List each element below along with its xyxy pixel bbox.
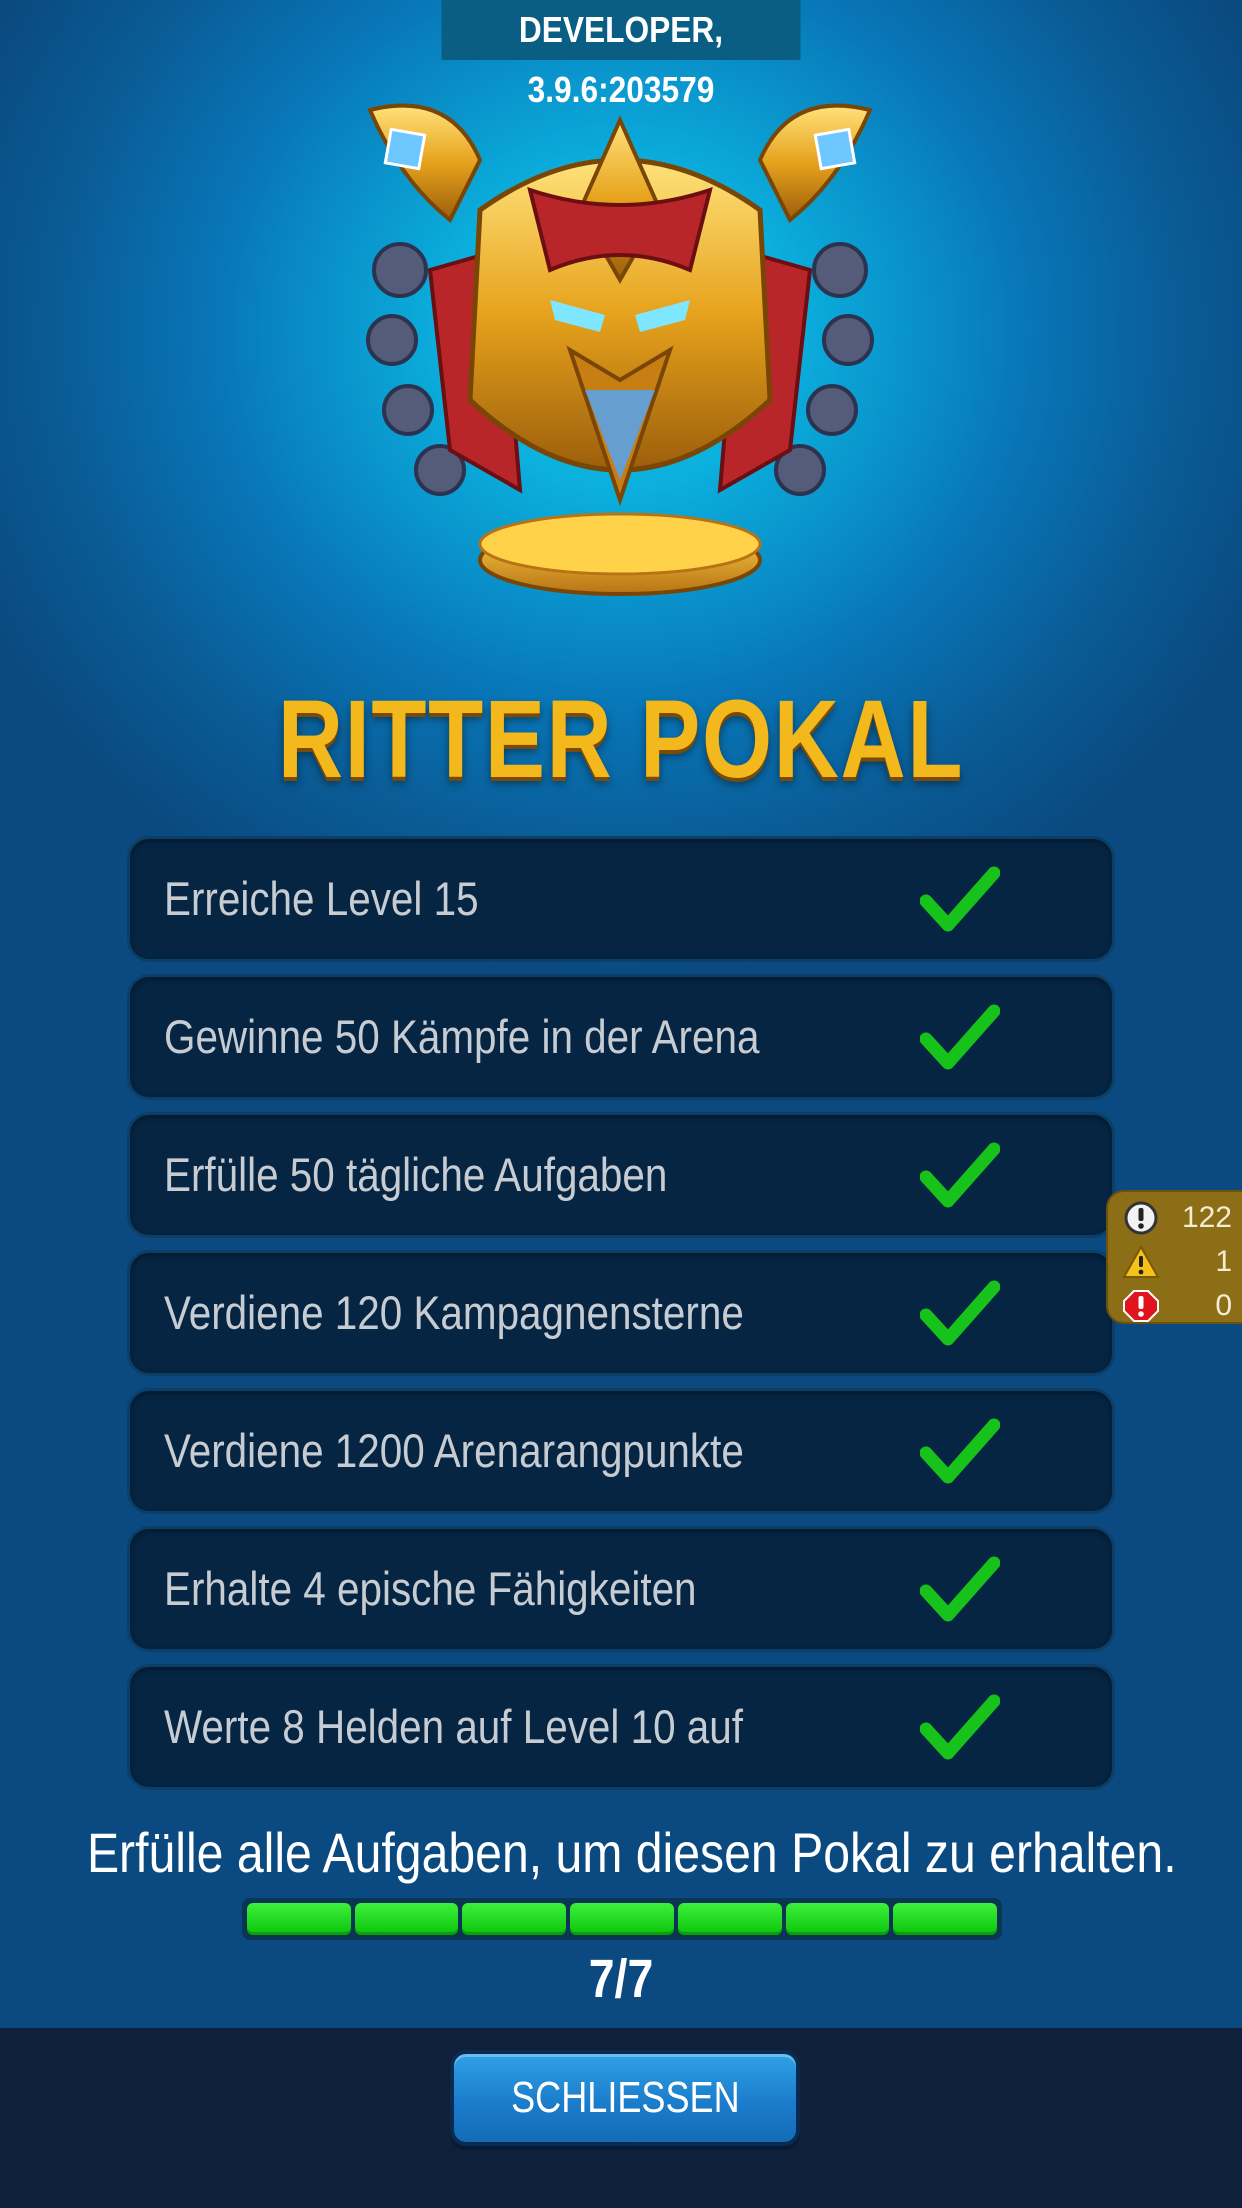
debug-warning-row: 1 bbox=[1108, 1240, 1242, 1284]
checkmark-icon bbox=[920, 1693, 1000, 1761]
debug-info-count: 122 bbox=[1181, 1201, 1232, 1234]
debug-error-count: 0 bbox=[1215, 1289, 1232, 1322]
debug-log-panel[interactable]: 122 1 0 bbox=[1106, 1190, 1242, 1324]
checkmark-icon bbox=[920, 1141, 1000, 1209]
progress-count: 7/7 bbox=[588, 1949, 654, 2009]
completion-hint: Erfülle alle Aufgaben, um diesen Pokal z… bbox=[86, 1821, 1177, 1884]
progress-segment bbox=[354, 1903, 459, 1935]
knight-trophy-icon bbox=[330, 70, 910, 630]
debug-error-row: 0 bbox=[1108, 1284, 1242, 1328]
task-item: Verdiene 120 Kampagnensterne bbox=[127, 1250, 1115, 1376]
task-item: Erfülle 50 tägliche Aufgaben bbox=[127, 1112, 1115, 1238]
progress-segment bbox=[785, 1903, 890, 1935]
checkmark-icon bbox=[920, 1417, 1000, 1485]
progress-segment bbox=[570, 1903, 674, 1935]
task-item: Erreiche Level 15 bbox=[127, 836, 1115, 962]
task-label: Verdiene 1200 Arenarangpunkte bbox=[164, 1424, 744, 1477]
checkmark-icon bbox=[920, 1555, 1000, 1623]
close-button-label: SCHLIESSEN bbox=[510, 2073, 740, 2122]
task-list: Erreiche Level 15 Gewinne 50 Kämpfe in d… bbox=[127, 836, 1115, 1802]
debug-info-row: 122 bbox=[1108, 1196, 1242, 1240]
checkmark-icon bbox=[920, 865, 1000, 933]
build-version-label: DEVELOPER, 3.9.6:203579 bbox=[441, 0, 801, 110]
progress-segment bbox=[677, 1903, 782, 1935]
task-item: Gewinne 50 Kämpfe in der Arena bbox=[127, 974, 1115, 1100]
progress-bar bbox=[242, 1898, 1002, 1940]
task-label: Erreiche Level 15 bbox=[164, 872, 479, 925]
task-label: Gewinne 50 Kämpfe in der Arena bbox=[164, 1010, 760, 1063]
checkmark-icon bbox=[920, 1279, 1000, 1347]
close-button[interactable]: SCHLIESSEN bbox=[450, 2050, 800, 2146]
task-label: Werte 8 Helden auf Level 10 auf bbox=[164, 1700, 743, 1753]
task-label: Erhalte 4 epische Fähigkeiten bbox=[164, 1562, 697, 1615]
info-circle-icon bbox=[1122, 1200, 1160, 1236]
progress-segment bbox=[462, 1903, 567, 1935]
checkmark-icon bbox=[920, 1003, 1000, 1071]
debug-warning-count: 1 bbox=[1215, 1245, 1232, 1278]
task-item: Erhalte 4 epische Fähigkeiten bbox=[127, 1526, 1115, 1652]
trophy-title: RITTER POKAL bbox=[277, 678, 965, 801]
progress-segment bbox=[893, 1903, 998, 1935]
warning-triangle-icon bbox=[1122, 1244, 1160, 1280]
progress-segment bbox=[247, 1903, 351, 1935]
task-label: Verdiene 120 Kampagnensterne bbox=[164, 1286, 744, 1339]
error-octagon-icon bbox=[1122, 1288, 1160, 1324]
task-label: Erfülle 50 tägliche Aufgaben bbox=[164, 1148, 668, 1201]
task-item: Werte 8 Helden auf Level 10 auf bbox=[127, 1664, 1115, 1790]
task-item: Verdiene 1200 Arenarangpunkte bbox=[127, 1388, 1115, 1514]
